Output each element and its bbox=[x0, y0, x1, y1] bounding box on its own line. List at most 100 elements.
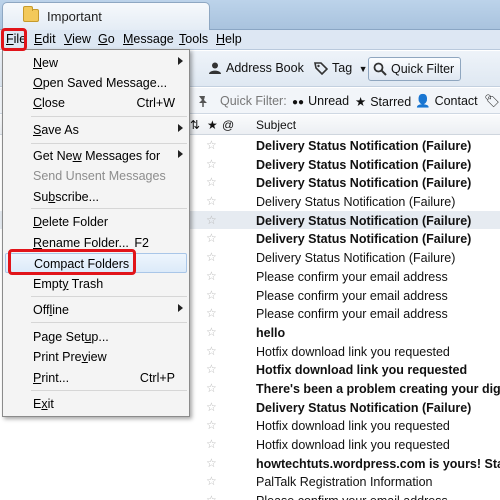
menu-go[interactable]: Go bbox=[96, 32, 117, 46]
message-subject: Delivery Status Notification (Failure) bbox=[256, 232, 472, 247]
star-icon[interactable]: ☆ bbox=[206, 138, 217, 152]
tab-bar: Important bbox=[0, 0, 500, 30]
message-subject: Delivery Status Notification (Failure) bbox=[256, 195, 456, 210]
search-icon bbox=[373, 62, 387, 76]
menu-help[interactable]: Help bbox=[214, 32, 244, 46]
annotation-compact-folders-highlight bbox=[8, 249, 136, 275]
tab-title: Important bbox=[47, 9, 102, 24]
message-subject: Please confirm your email address bbox=[256, 494, 448, 500]
star-icon[interactable]: ☆ bbox=[206, 306, 217, 320]
menu-message[interactable]: Message bbox=[121, 32, 176, 46]
menu-separator bbox=[31, 208, 187, 209]
menu-tools[interactable]: Tools bbox=[177, 32, 210, 46]
message-subject: PalTalk Registration Information bbox=[256, 475, 433, 490]
star-icon[interactable]: ☆ bbox=[206, 325, 217, 339]
menu-view[interactable]: View bbox=[62, 32, 93, 46]
chevron-down-icon: ▼ bbox=[358, 64, 368, 74]
menu-separator bbox=[31, 116, 187, 117]
menu-item-subscribe[interactable]: Subscribe... bbox=[3, 187, 189, 207]
menu-item-new[interactable]: New bbox=[3, 53, 189, 73]
star-icon[interactable]: ☆ bbox=[206, 175, 217, 189]
quick-filter-label: Quick Filter bbox=[391, 62, 455, 76]
menu-separator bbox=[31, 296, 187, 297]
menu-item-empty-trash[interactable]: Empty Trash bbox=[3, 274, 189, 294]
menu-item-print[interactable]: Print... Ctrl+P bbox=[3, 368, 189, 388]
star-icon[interactable]: ☆ bbox=[206, 474, 217, 488]
star-icon[interactable]: ☆ bbox=[206, 437, 217, 451]
star-icon[interactable]: ☆ bbox=[206, 493, 217, 500]
submenu-arrow-icon bbox=[178, 304, 183, 312]
star-icon[interactable]: ☆ bbox=[206, 456, 217, 470]
menu-item-open-saved-message[interactable]: Open Saved Message... bbox=[3, 73, 189, 93]
message-subject: Hotfix download link you requested bbox=[256, 344, 450, 359]
star-icon[interactable]: ☆ bbox=[206, 381, 217, 395]
star-icon[interactable]: ☆ bbox=[206, 288, 217, 302]
quick-filter-button[interactable]: Quick Filter bbox=[368, 57, 462, 81]
message-subject: Please confirm your email address bbox=[256, 269, 448, 284]
thread-column-icon[interactable]: ⇅ bbox=[190, 118, 200, 132]
attachment-column-icon[interactable]: @ bbox=[222, 118, 234, 132]
message-subject: Delivery Status Notification (Failure) bbox=[256, 400, 472, 415]
star-icon[interactable]: ☆ bbox=[206, 344, 217, 358]
message-subject: Please confirm your email address bbox=[256, 307, 448, 322]
menu-item-print-preview[interactable]: Print Preview bbox=[3, 347, 189, 367]
star-icon[interactable]: ☆ bbox=[206, 250, 217, 264]
contact-filter[interactable]: 👤 Contact bbox=[415, 94, 478, 109]
message-subject: Please confirm your email address bbox=[256, 288, 448, 303]
annotation-file-menu-highlight bbox=[1, 28, 27, 51]
tag-icon bbox=[314, 62, 328, 75]
star-icon[interactable]: ☆ bbox=[206, 269, 217, 283]
submenu-arrow-icon bbox=[178, 57, 183, 65]
menu-item-page-setup[interactable]: Page Setup... bbox=[3, 327, 189, 347]
submenu-arrow-icon bbox=[178, 124, 183, 132]
unread-filter[interactable]: ●● Unread bbox=[292, 94, 349, 108]
menu-item-offline[interactable]: Offline bbox=[3, 300, 189, 320]
menu-item-exit[interactable]: Exit bbox=[3, 394, 189, 414]
star-icon[interactable]: ☆ bbox=[206, 194, 217, 208]
message-subject: Hotfix download link you requested bbox=[256, 419, 450, 434]
message-row[interactable]: ☆ Hotfix download link you requested bbox=[0, 416, 500, 435]
pin-icon[interactable] bbox=[196, 94, 210, 108]
menu-item-delete-folder[interactable]: Delete Folder bbox=[3, 212, 189, 232]
star-icon[interactable]: ☆ bbox=[206, 213, 217, 227]
submenu-arrow-icon bbox=[178, 150, 183, 158]
tag-icon: 🏷 bbox=[484, 94, 500, 108]
message-row[interactable]: ☆ howtechtuts.wordpress.com is yours! Sta… bbox=[0, 454, 500, 473]
menu-item-get-new-messages[interactable]: Get New Messages for bbox=[3, 146, 189, 166]
menu-item-close[interactable]: Close Ctrl+W bbox=[3, 93, 189, 113]
subject-column-header[interactable]: Subject bbox=[256, 118, 296, 132]
star-icon[interactable]: ☆ bbox=[206, 418, 217, 432]
menu-separator bbox=[31, 322, 187, 323]
message-subject: Delivery Status Notification (Failure) bbox=[256, 251, 456, 266]
message-subject: Hotfix download link you requested bbox=[256, 438, 450, 452]
unread-icon: ●● bbox=[292, 97, 305, 108]
star-icon[interactable]: ☆ bbox=[206, 231, 217, 245]
folder-icon bbox=[23, 6, 39, 22]
star-icon[interactable]: ☆ bbox=[206, 362, 217, 376]
address-book-icon bbox=[209, 62, 221, 74]
address-book-label: Address Book bbox=[226, 61, 304, 75]
message-subject: Delivery Status Notification (Failure) bbox=[256, 176, 472, 191]
star-icon[interactable]: ☆ bbox=[206, 400, 217, 414]
address-book-button[interactable]: Address Book bbox=[204, 57, 310, 81]
star-column-icon[interactable]: ★ bbox=[207, 118, 218, 132]
tab-important[interactable]: Important bbox=[2, 2, 210, 30]
tags-filter[interactable]: 🏷 bbox=[484, 94, 500, 109]
message-row[interactable]: ☆ PalTalk Registration Information bbox=[0, 472, 500, 491]
menu-edit[interactable]: Edit bbox=[32, 32, 58, 46]
contact-icon: 👤 bbox=[415, 94, 431, 108]
message-row[interactable]: ☆ Hotfix download link you requested bbox=[0, 435, 500, 454]
message-subject: hello bbox=[256, 325, 286, 340]
menu-item-send-unsent-messages: Send Unsent Messages bbox=[33, 169, 166, 183]
menu-item-save-as[interactable]: Save As bbox=[3, 120, 189, 140]
message-subject: There's been a problem creating your dig… bbox=[256, 381, 500, 396]
star-icon: ★ bbox=[355, 95, 367, 109]
tag-button[interactable]: Tag ▼ bbox=[310, 57, 374, 81]
message-row[interactable]: ☆ Please confirm your email address bbox=[0, 491, 500, 500]
star-icon[interactable]: ☆ bbox=[206, 157, 217, 171]
menu-separator bbox=[31, 390, 187, 391]
message-subject: Delivery Status Notification (Failure) bbox=[256, 213, 472, 228]
starred-filter[interactable]: ★ Starred bbox=[355, 94, 411, 109]
quick-filter-caption: Quick Filter: bbox=[220, 94, 287, 108]
message-subject: Delivery Status Notification (Failure) bbox=[256, 157, 472, 172]
